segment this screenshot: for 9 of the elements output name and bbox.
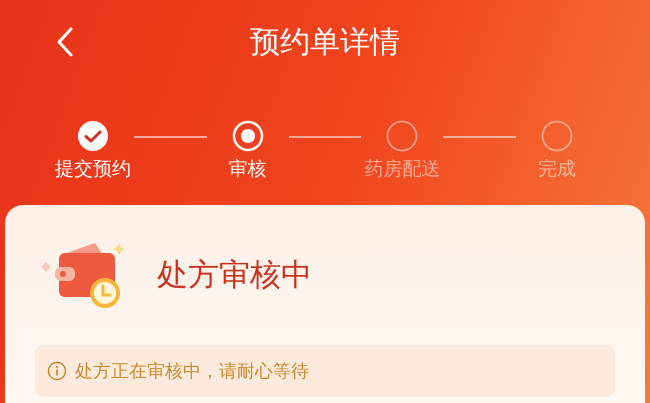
step-label: 审核 [228, 158, 267, 182]
step-label: 提交预约 [55, 158, 131, 182]
status-title: 处方审核中 [157, 260, 312, 290]
step-label: 药房配送 [364, 158, 440, 182]
notice-text: 处方正在审核中，请耐心等待 [75, 360, 309, 384]
step-label: 完成 [538, 158, 576, 182]
page-title: 预约单详情 [250, 28, 400, 58]
chevron-left-icon [56, 27, 74, 57]
info-icon [47, 361, 67, 381]
